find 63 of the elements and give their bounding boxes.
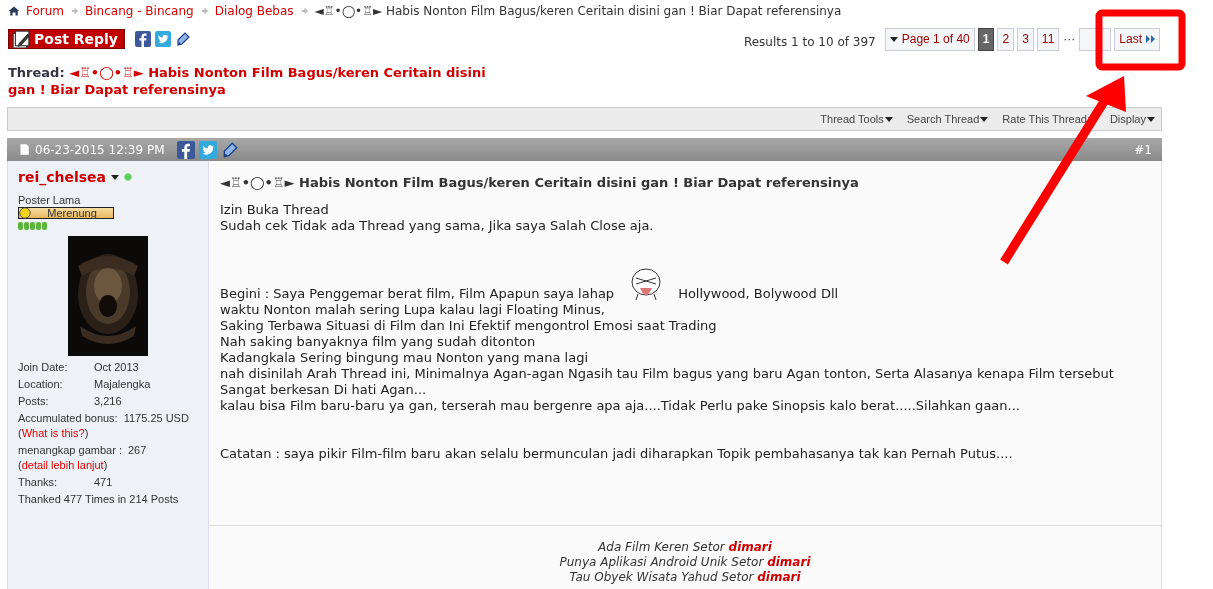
document-icon bbox=[19, 142, 31, 157]
user-detail: menangkap gambar : 267 (detail lebih lanjut) bbox=[18, 443, 148, 473]
breadcrumb-link[interactable]: Dialog Bebas bbox=[214, 4, 294, 18]
page-button[interactable]: 3 bbox=[1017, 27, 1034, 51]
page-button[interactable]: 2 bbox=[997, 27, 1015, 51]
user-detail: Posts: 3,216 bbox=[18, 394, 123, 409]
post-title: ◄♖•◯•♖► Habis Nonton Film Bagus/keren Ceritain disini gan ! Biar Dapat referensinya bbox=[220, 175, 860, 190]
post-text: Begini : Saya Penggemar berat film, Film Apapun saya lahap bbox=[220, 286, 615, 302]
last-page-button[interactable]: Last bbox=[1114, 27, 1160, 51]
post-text: Sudah cek Tidak ada Thread yang sama, Jika saya Salah Close aja. bbox=[220, 218, 655, 234]
dropdown-icon bbox=[889, 36, 898, 42]
user-detail: Location: Majalengka bbox=[18, 377, 152, 392]
reply-pencil-icon bbox=[12, 30, 30, 48]
signature-line: Ada Film Keren Setor dimari bbox=[596, 540, 773, 555]
post-text: Saking Terbawa Situasi di Film dan Ini Efektif mengontrol Emosi saat Trading bbox=[220, 318, 718, 334]
thread-title: Thread: ◄♖•◯•♖► Habis Nonton Film Bagus/keren Ceritain disini gan ! Biar Dapat referensinya bbox=[8, 64, 487, 98]
signature-line: Punya Aplikasi Android Unik Setor dimari bbox=[558, 555, 812, 570]
post-text: Hollywood, Bolywood Dll bbox=[678, 286, 839, 302]
breadcrumb-arrow-icon bbox=[199, 6, 209, 16]
post-text: kalau bisa Film baru-baru ya gan, terserah mau bergenre apa aja....Tidak Perlu pake Sinopsis kalo berat.....Silahkan gaan... bbox=[220, 398, 1021, 414]
signature-line: Tau Obyek Wisata Yahud Setor dimari bbox=[568, 570, 802, 585]
page-button[interactable]: 11 bbox=[1036, 27, 1060, 51]
facebook-icon[interactable] bbox=[176, 140, 195, 159]
post-text: Izin Buka Thread bbox=[220, 202, 330, 218]
breadcrumb-current: ◄♖•◯•♖► Habis Nonton Film Bagus/keren Ceritain disini gan ! Biar Dapat referensinya bbox=[314, 4, 842, 18]
results-count: Results 1 to 10 of 397 bbox=[743, 35, 876, 49]
user-detail: Accumulated bonus: 1175.25 USD (What is this?) bbox=[18, 411, 190, 441]
thanked-count: Thanked 477 Times in 214 Posts bbox=[18, 492, 180, 507]
ellipsis: ··· bbox=[1062, 32, 1077, 46]
thread-tool-menu[interactable]: Thread Tools bbox=[820, 113, 893, 125]
facebook-icon[interactable] bbox=[135, 31, 151, 47]
pencil-icon[interactable] bbox=[175, 31, 191, 47]
rank-badge: Merenung bbox=[18, 207, 114, 219]
thread-tool-menu[interactable]: Search Thread bbox=[906, 113, 989, 125]
post-reply-button[interactable]: Post Reply bbox=[8, 29, 125, 49]
post-text: Catatan : saya pikir Film-film baru akan selalu bermunculan jadi diharapkan Topik pembahasanya tak kan Pernah Putus.... bbox=[220, 446, 1014, 462]
post-text: Kadangkala Sering bingung mau Nonton yang mana lagi bbox=[220, 350, 590, 366]
detail-link[interactable]: What is this? bbox=[21, 427, 85, 439]
page-button[interactable]: 1 bbox=[977, 27, 995, 51]
double-arrow-icon bbox=[1146, 35, 1155, 43]
thread-tool-menu[interactable]: Display bbox=[1109, 113, 1155, 125]
post-date: 06-23-2015 12:39 PM bbox=[35, 142, 165, 157]
user-detail: Thanks: 471 bbox=[18, 475, 114, 490]
username-link[interactable]: rei_chelsea bbox=[18, 169, 107, 185]
breadcrumb-arrow-icon bbox=[299, 6, 309, 16]
smiley-icon bbox=[19, 207, 31, 219]
dropdown-icon bbox=[1147, 116, 1155, 122]
post-text: waktu Nonton malah sering Lupa kalau lagi Floating Minus, bbox=[220, 302, 606, 318]
dropdown-icon[interactable] bbox=[111, 174, 120, 180]
detail-link[interactable]: detail lebih lanjut bbox=[21, 459, 104, 471]
post-text: Nah saking banyaknya film yang sudah ditonton bbox=[220, 334, 537, 350]
home-icon[interactable] bbox=[8, 5, 20, 17]
post-text: nah disinilah Arah Thread ini, Minimalnya Agan-agan Ngasih tau Film bagus yang baru Agan tonton, Serta Alasanya kenapa Film tersebut Sangat berkesan Di hati Agan... bbox=[220, 366, 1115, 398]
thread-tool-menu[interactable]: Rate This Thread bbox=[1002, 113, 1096, 125]
twitter-icon[interactable] bbox=[198, 140, 217, 159]
breadcrumb-link[interactable]: Forum bbox=[26, 4, 65, 18]
breadcrumb-link[interactable]: Bincang - Bincang bbox=[85, 4, 194, 18]
dropdown-icon bbox=[980, 116, 989, 122]
user-title: Poster Lama bbox=[18, 194, 82, 206]
breadcrumb-arrow-icon bbox=[70, 6, 80, 16]
user-detail: Join Date: Oct 2013 bbox=[18, 360, 140, 375]
dropdown-icon bbox=[884, 116, 893, 122]
page-menu-button[interactable]: Page 1 of 40 bbox=[884, 27, 975, 51]
